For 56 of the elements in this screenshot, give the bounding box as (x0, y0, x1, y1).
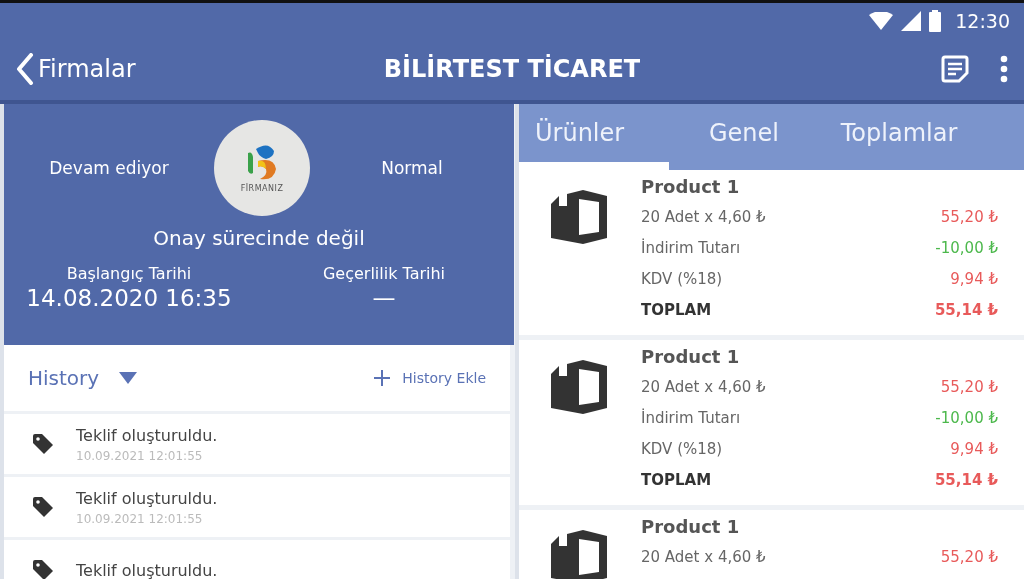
amount: 9,94 ₺ (950, 269, 998, 288)
plus-icon (374, 370, 391, 386)
amount: 55,20 ₺ (940, 377, 998, 396)
start-date-label: Başlangıç Tarihi (65, 264, 193, 283)
box-icon (549, 530, 607, 579)
history-date: 10.09.2021 12:01:55 (76, 511, 204, 526)
history-dropdown[interactable]: History (28, 366, 138, 390)
product-name: Product 1 (641, 176, 741, 197)
history-text: Teklif oluşturuldu. (76, 425, 218, 445)
start-date-value: 14.08.2020 16:35 (25, 285, 233, 311)
tab[interactable]: Toplamlar (819, 104, 979, 170)
tag-icon (32, 433, 54, 455)
company-logo: FİRMANIZ (214, 120, 310, 216)
line-label: İndirim Tutarı (641, 408, 741, 427)
product-name: Product 1 (641, 516, 741, 537)
more-icon[interactable] (1000, 55, 1008, 83)
product-card[interactable]: Product 1 20 Adet x 4,60 ₺ 55,20 ₺ (519, 510, 1024, 579)
amount: 9,94 ₺ (950, 439, 998, 458)
amount: 55,20 ₺ (940, 547, 998, 566)
history-text: Teklif oluşturuldu. (76, 488, 218, 508)
approval-status: Onay sürecinde değil (152, 226, 366, 250)
product-card[interactable]: Product 1 20 Adet x 4,60 ₺ 55,20 ₺ İndirim Tutarı -10,00 ₺ KDV (%18) 9,94 ₺ TOPLAM 55,14 ₺ (519, 170, 1024, 335)
page-title: BİLİRTEST TİCARET (383, 55, 641, 83)
total-label: TOPLAM (641, 300, 712, 319)
amount: -10,00 ₺ (935, 408, 998, 427)
history-text: Teklif oluşturuldu. (76, 560, 218, 579)
status-label: Devam ediyor (48, 158, 170, 178)
line-label: 20 Adet x 4,60 ₺ (641, 377, 766, 396)
amount: -10,00 ₺ (935, 238, 998, 257)
amount: 55,14 ₺ (934, 470, 998, 489)
line-label: 20 Adet x 4,60 ₺ (641, 547, 766, 566)
product-card[interactable]: Product 1 20 Adet x 4,60 ₺ 55,20 ₺ İndirim Tutarı -10,00 ₺ KDV (%18) 9,94 ₺ TOPLAM 55,14 ₺ (519, 340, 1024, 505)
note-icon[interactable] (940, 54, 970, 84)
amount: 55,14 ₺ (934, 300, 998, 319)
box-icon (549, 360, 607, 414)
box-icon (549, 190, 607, 244)
valid-date-value: — (371, 285, 397, 311)
line-label: İndirim Tutarı (641, 238, 741, 257)
tab[interactable]: Genel (669, 104, 819, 170)
priority-label: Normal (380, 158, 444, 178)
battery-icon (929, 9, 942, 32)
line-label: KDV (%18) (641, 269, 723, 288)
line-label: 20 Adet x 4,60 ₺ (641, 207, 766, 226)
wifi-icon (869, 11, 894, 30)
back-icon (16, 53, 34, 85)
total-label: TOPLAM (641, 470, 712, 489)
add-history-button[interactable]: History Ekle (374, 370, 486, 386)
signal-icon (901, 10, 922, 31)
amount: 55,20 ₺ (940, 207, 998, 226)
product-name: Product 1 (641, 346, 741, 367)
line-label: KDV (%18) (641, 439, 723, 458)
valid-date-label: Geçerlilik Tarihi (321, 264, 447, 283)
back-button[interactable]: Firmalar (0, 53, 136, 85)
tag-icon (32, 496, 54, 518)
history-date: 10.09.2021 12:01:55 (76, 448, 204, 463)
clock: 12:30 (955, 9, 1010, 32)
